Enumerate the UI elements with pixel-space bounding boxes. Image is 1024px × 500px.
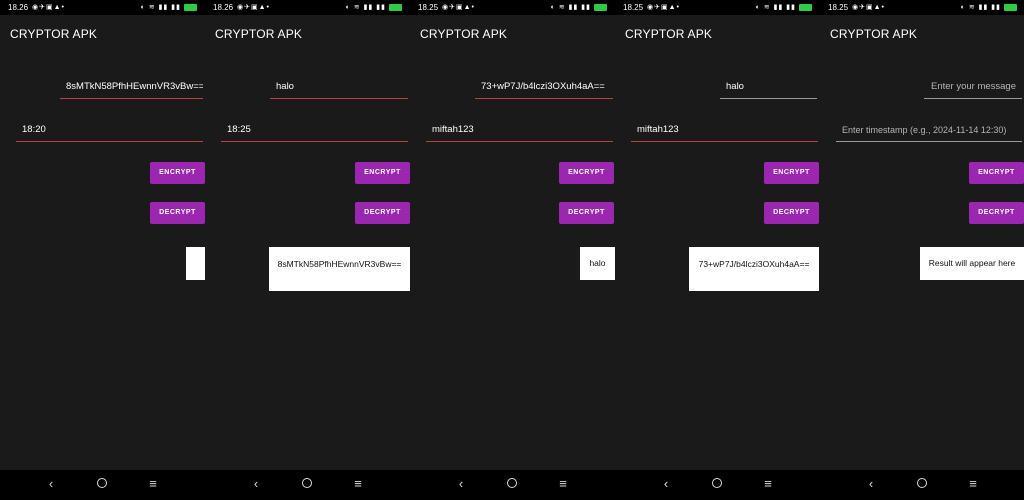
signal-wifi-icons: ◐ ≋ ▮▮ ▮▮ [550, 4, 591, 11]
home-icon[interactable] [300, 476, 314, 491]
result-box: 8sMTkN58PfhHEwnnVR3vBw== [269, 247, 410, 291]
phone-screen-3: 18.25 ◉✈▣▲• ◐ ≋ ▮▮ ▮▮ CRYPTOR APK 73+wP7… [410, 0, 615, 500]
status-time: 18.26 [213, 3, 234, 12]
timestamp-input[interactable]: 18:20 [16, 120, 203, 142]
phone-screen-1: 18.26 ◉✈▣▲• ◐ ≋ ▮▮ ▮▮ CRYPTOR APK 8sMTkN… [0, 0, 205, 500]
encrypt-button[interactable]: ENCRYPT [559, 162, 614, 184]
notification-icons: ◉✈▣▲• [852, 4, 885, 11]
phone-screen-5: 18.25 ◉✈▣▲• ◐ ≋ ▮▮ ▮▮ CRYPTOR APK Enter … [820, 0, 1024, 500]
navigation-bar: ‹ ≡ [820, 470, 1024, 500]
menu-icon[interactable]: ≡ [146, 476, 160, 491]
menu-icon[interactable]: ≡ [966, 476, 980, 491]
result-box: halo [580, 247, 615, 280]
message-input[interactable]: 73+wP7J/b4lczi3OXuh4aA== [475, 77, 613, 99]
battery-icon [594, 4, 607, 11]
signal-wifi-icons: ◐ ≋ ▮▮ ▮▮ [755, 4, 796, 11]
signal-wifi-icons: ◐ ≋ ▮▮ ▮▮ [140, 4, 181, 11]
phone-screen-2: 18.26 ◉✈▣▲• ◐ ≋ ▮▮ ▮▮ CRYPTOR APK halo 1… [205, 0, 410, 500]
decrypt-button[interactable]: DECRYPT [969, 202, 1024, 224]
app-title: CRYPTOR APK [10, 27, 98, 41]
battery-icon [1004, 4, 1017, 11]
message-input[interactable]: halo [720, 77, 817, 99]
status-time: 18.25 [623, 3, 644, 12]
menu-icon[interactable]: ≡ [351, 476, 365, 491]
back-icon[interactable]: ‹ [659, 476, 673, 491]
timestamp-input[interactable]: miftah123 [631, 120, 818, 142]
home-icon[interactable] [915, 476, 929, 491]
menu-icon[interactable]: ≡ [556, 476, 570, 491]
navigation-bar: ‹ ≡ [0, 470, 205, 500]
notification-icons: ◉✈▣▲• [647, 4, 680, 11]
app-title: CRYPTOR APK [625, 27, 713, 41]
back-icon[interactable]: ‹ [249, 476, 263, 491]
timestamp-input[interactable]: Enter timestamp (e.g., 2024-11-14 12:30) [836, 120, 1022, 142]
signal-wifi-icons: ◐ ≋ ▮▮ ▮▮ [960, 4, 1001, 11]
phone-screen-4: 18.25 ◉✈▣▲• ◐ ≋ ▮▮ ▮▮ CRYPTOR APK halo m… [615, 0, 820, 500]
timestamp-input[interactable]: 18:25 [221, 120, 408, 142]
result-box [186, 247, 205, 280]
message-input[interactable]: 8sMTkN58PfhHEwnnVR3vBw== [60, 77, 203, 99]
encrypt-button[interactable]: ENCRYPT [150, 162, 205, 184]
status-bar: 18.26 ◉✈▣▲• ◐ ≋ ▮▮ ▮▮ [0, 0, 205, 15]
notification-icons: ◉✈▣▲• [237, 4, 270, 11]
status-time: 18.25 [828, 3, 849, 12]
home-icon[interactable] [710, 476, 724, 491]
battery-icon [389, 4, 402, 11]
notification-icons: ◉✈▣▲• [442, 4, 475, 11]
home-icon[interactable] [95, 476, 109, 491]
status-bar: 18.25 ◉✈▣▲• ◐ ≋ ▮▮ ▮▮ [410, 0, 615, 15]
menu-icon[interactable]: ≡ [761, 476, 775, 491]
back-icon[interactable]: ‹ [454, 476, 468, 491]
battery-icon [184, 4, 197, 11]
decrypt-button[interactable]: DECRYPT [559, 202, 614, 224]
back-icon[interactable]: ‹ [864, 476, 878, 491]
status-bar: 18.25 ◉✈▣▲• ◐ ≋ ▮▮ ▮▮ [615, 0, 820, 15]
app-title: CRYPTOR APK [420, 27, 508, 41]
status-time: 18.26 [8, 3, 29, 12]
back-icon[interactable]: ‹ [44, 476, 58, 491]
signal-wifi-icons: ◐ ≋ ▮▮ ▮▮ [345, 4, 386, 11]
encrypt-button[interactable]: ENCRYPT [969, 162, 1024, 184]
app-title: CRYPTOR APK [830, 27, 918, 41]
navigation-bar: ‹ ≡ [615, 470, 820, 500]
screenshot-strip: 18.26 ◉✈▣▲• ◐ ≋ ▮▮ ▮▮ CRYPTOR APK 8sMTkN… [0, 0, 1024, 500]
decrypt-button[interactable]: DECRYPT [355, 202, 410, 224]
message-input[interactable]: halo [270, 77, 408, 99]
message-input[interactable]: Enter your message [924, 77, 1022, 99]
navigation-bar: ‹ ≡ [410, 470, 615, 500]
timestamp-input[interactable]: miftah123 [426, 120, 613, 142]
navigation-bar: ‹ ≡ [205, 470, 410, 500]
encrypt-button[interactable]: ENCRYPT [355, 162, 410, 184]
app-title: CRYPTOR APK [215, 27, 303, 41]
status-bar: 18.25 ◉✈▣▲• ◐ ≋ ▮▮ ▮▮ [820, 0, 1024, 15]
encrypt-button[interactable]: ENCRYPT [764, 162, 819, 184]
result-box: Result will appear here [920, 247, 1024, 280]
home-icon[interactable] [505, 476, 519, 491]
status-time: 18.25 [418, 3, 439, 12]
notification-icons: ◉✈▣▲• [32, 4, 65, 11]
battery-icon [799, 4, 812, 11]
decrypt-button[interactable]: DECRYPT [150, 202, 205, 224]
decrypt-button[interactable]: DECRYPT [764, 202, 819, 224]
result-box: 73+wP7J/b4lczi3OXuh4aA== [689, 247, 819, 291]
status-bar: 18.26 ◉✈▣▲• ◐ ≋ ▮▮ ▮▮ [205, 0, 410, 15]
